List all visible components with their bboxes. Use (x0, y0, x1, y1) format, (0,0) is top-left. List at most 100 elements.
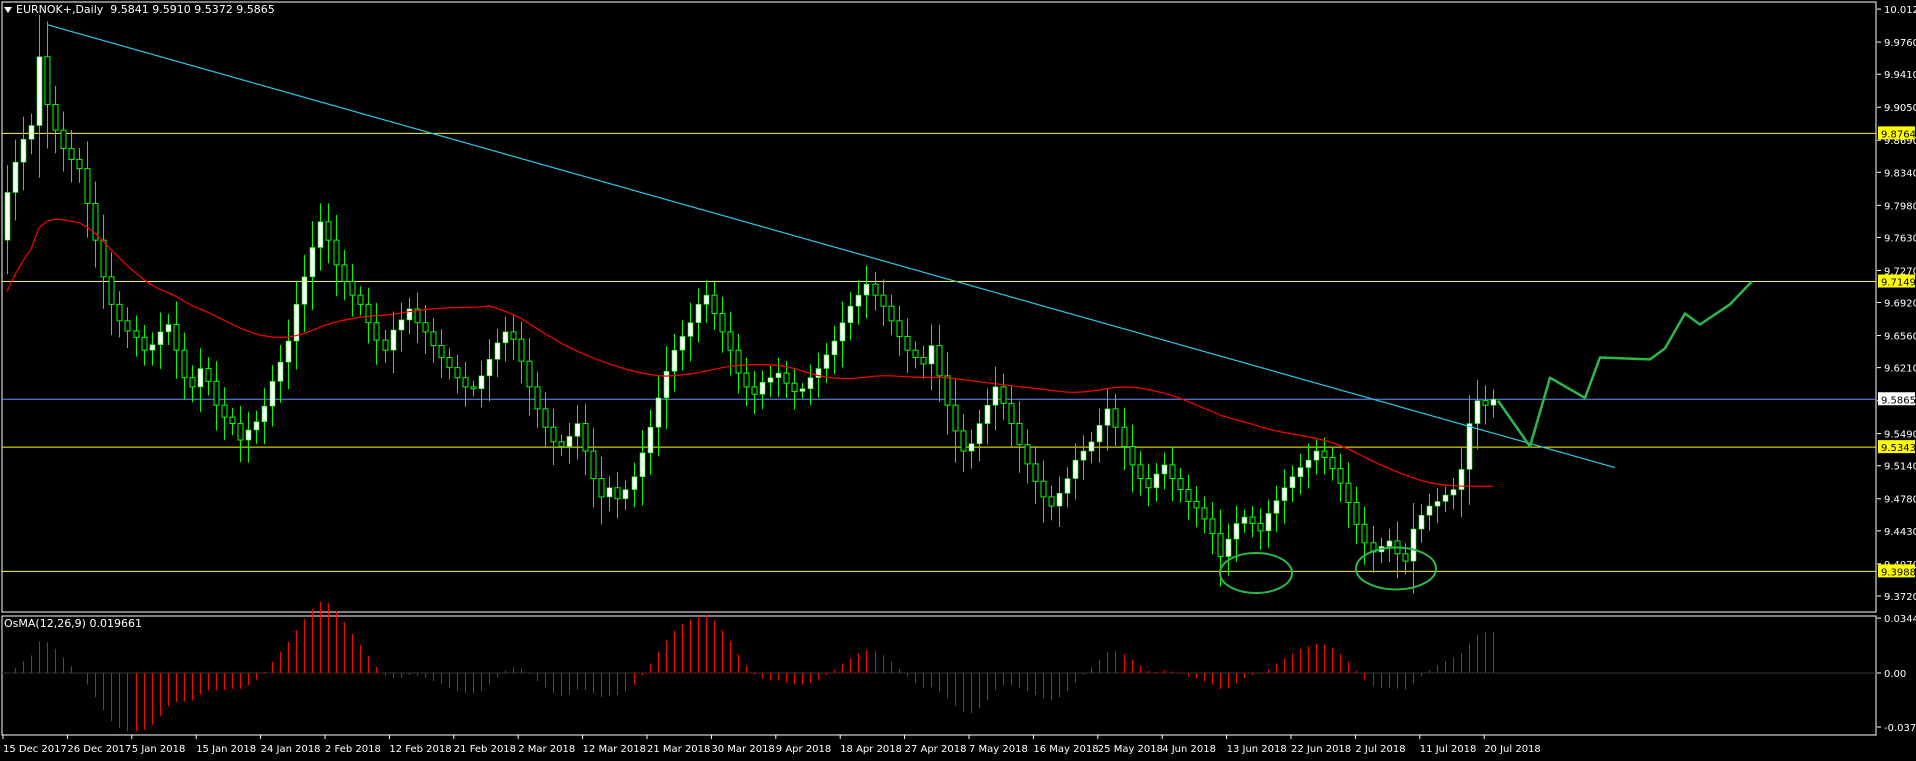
y-axis-tick-label: 9.6210 (1884, 364, 1916, 375)
candle-body-bear (920, 357, 927, 365)
candle-body-bull (1056, 492, 1063, 507)
candle-body-bear (1000, 386, 1007, 404)
candle-body-bear (888, 305, 895, 322)
candle-body-bear (1129, 445, 1136, 466)
candle-body-bear (52, 103, 59, 131)
candle-body-bear (430, 331, 437, 347)
candle-body-bull (398, 319, 405, 331)
candle-body-bear (124, 320, 131, 332)
x-axis-tick-label: 18 Apr 2018 (840, 744, 902, 755)
candle-body-bear (952, 404, 959, 432)
candle-body-bull (639, 452, 646, 478)
candle-body-bear (189, 377, 196, 388)
candle-body-bull (301, 276, 308, 305)
candle-body-bear (1177, 478, 1184, 491)
candle-body-bull (1088, 441, 1095, 452)
candle-body-bull (807, 377, 814, 390)
y-axis-tick-label: 9.7980 (1884, 201, 1916, 212)
candle-body-bear (510, 331, 517, 340)
candle-body-bear (743, 372, 750, 388)
candle-body-bear (558, 441, 565, 447)
candle-body-bear (341, 264, 348, 282)
x-axis-tick-label: 12 Mar 2018 (583, 744, 646, 755)
x-axis-tick-label: 20 Jul 2018 (1484, 744, 1541, 755)
candle-body-bear (1209, 518, 1216, 535)
candle-body-bull (1265, 513, 1272, 532)
candle-body-bear (133, 330, 140, 338)
candle-body-bull (863, 283, 870, 296)
candle-body-bear (1345, 482, 1352, 503)
candle-body-bear (141, 336, 148, 351)
candle-body-bear (944, 375, 951, 406)
level-price-tag-label: 9.5343 (1881, 443, 1916, 454)
candle-body-bull (703, 294, 710, 305)
x-axis-tick-label: 9 Apr 2018 (776, 744, 831, 755)
candle-body-bull (984, 404, 991, 424)
candle-body-bull (671, 349, 678, 372)
candle-body-bull (1273, 500, 1280, 514)
candle-body-bull (277, 361, 284, 382)
candle-body-bear (880, 294, 887, 307)
candle-body-bear (1329, 456, 1336, 469)
candle-body-bull (317, 221, 324, 248)
candle-body-bull (1410, 528, 1417, 562)
y-axis-tick-label: 10.0120 (1884, 5, 1916, 16)
y-axis-tick-label: 9.8340 (1884, 168, 1916, 179)
x-axis-tick-label: 30 Mar 2018 (711, 744, 774, 755)
x-axis-tick-label: 13 Jun 2018 (1227, 744, 1287, 755)
candle-body-bear (751, 386, 758, 395)
candle-body-bear (229, 416, 236, 425)
level-price-tag-label: 9.8764 (1881, 129, 1916, 140)
candle-body-bear (438, 345, 445, 359)
candle-body-bear (1201, 507, 1208, 520)
candle-body-bear (904, 335, 911, 351)
y-axis-tick-label: 9.6560 (1884, 332, 1916, 343)
candle-body-bull (28, 125, 35, 140)
candle-body-bull (1418, 514, 1425, 530)
price-chart[interactable]: 10.01209.97609.94109.90509.86909.83409.7… (0, 0, 1916, 761)
candle-body-bull (687, 322, 694, 337)
candle-body-bear (382, 339, 389, 351)
x-axis-tick-label: 22 Jun 2018 (1291, 744, 1351, 755)
candle-body-bull (695, 304, 702, 323)
candle-body-bull (1104, 408, 1111, 426)
candle-body-bear (614, 487, 621, 500)
candle-body-bull (992, 386, 999, 406)
x-axis-tick-label: 15 Jan 2018 (196, 744, 256, 755)
candle-body-bear (349, 280, 356, 296)
candle-body-bear (526, 360, 533, 388)
candle-body-bull (261, 405, 268, 423)
candle-body-bull (663, 370, 670, 399)
candle-body-bear (173, 324, 180, 351)
x-axis-tick-label: 4 Jun 2018 (1162, 744, 1216, 755)
candle-body-bull (1297, 467, 1304, 478)
candle-body-bull (847, 305, 854, 323)
y-axis-tick-label: 9.9050 (1884, 103, 1916, 114)
candle-body-bull (494, 342, 501, 360)
double-bottom-ellipse-left (1219, 552, 1293, 595)
candle-body-bear (325, 221, 332, 241)
osma-axis-label: 0.034498 (1884, 614, 1916, 625)
osma-indicator-label: OsMA(12,26,9) 0.019661 (4, 617, 142, 630)
candle-body-bull (1450, 489, 1457, 496)
candle-body-bear (60, 129, 67, 149)
candle-body-bear (1145, 478, 1152, 489)
candle-body-bear (1361, 523, 1368, 544)
candle-body-bear (727, 331, 734, 351)
candle-body-bear (1016, 423, 1023, 446)
candle-body-bear (1137, 464, 1144, 480)
candle-body-bear (44, 56, 51, 105)
candle-body-bull (1434, 501, 1441, 507)
candle-body-bull (679, 336, 686, 351)
candle-body-bull (1305, 459, 1312, 468)
candle-body-bear (237, 423, 244, 441)
candle-body-bull (197, 368, 204, 388)
candle-body-bull (390, 329, 397, 351)
candle-body-bear (791, 382, 798, 392)
candle-body-bear (68, 147, 75, 160)
candle-body-bull (486, 359, 493, 377)
candle-body-bear (333, 239, 340, 266)
candle-body-bull (406, 308, 413, 321)
candle-body-bull (647, 426, 654, 454)
candle-body-bear (1024, 444, 1031, 465)
